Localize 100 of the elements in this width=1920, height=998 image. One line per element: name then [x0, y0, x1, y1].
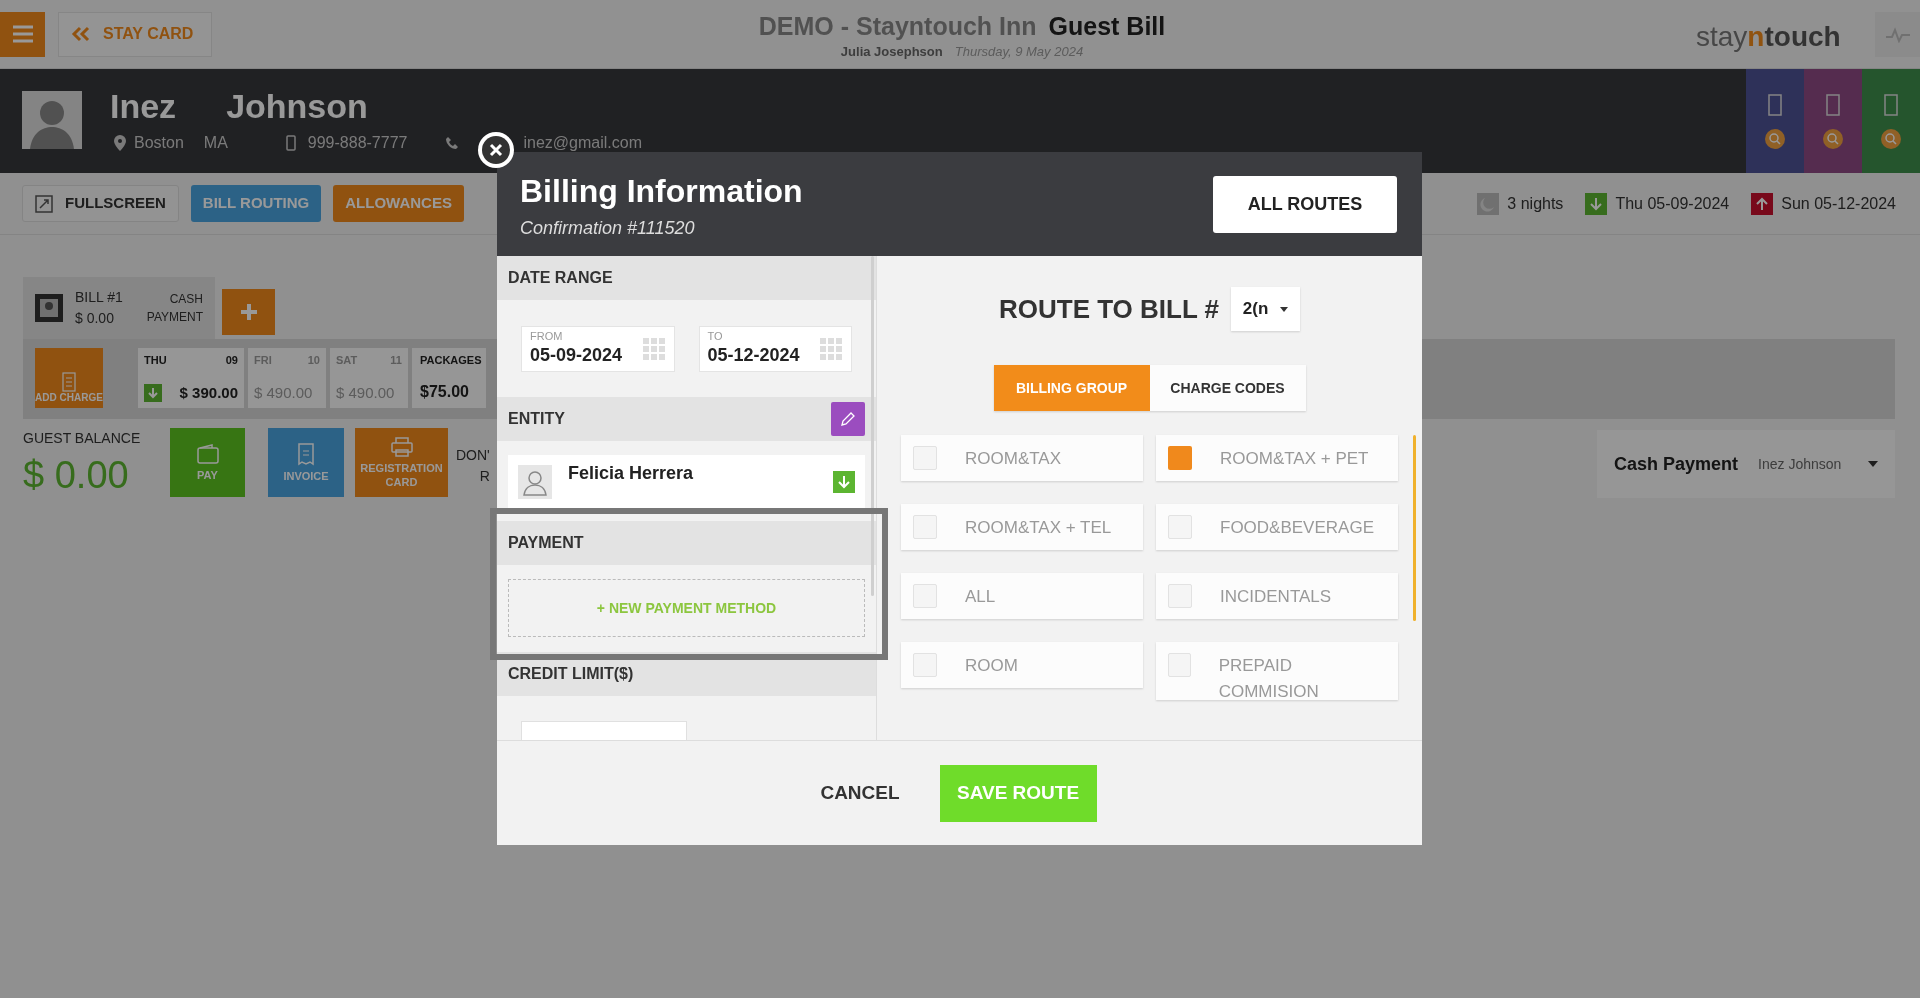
entity-card[interactable]: Felicia Herrera [508, 455, 865, 509]
logo: stayntouch [1696, 20, 1841, 54]
arrow-down-icon [144, 383, 162, 402]
profile-tile[interactable] [1746, 69, 1804, 173]
back-button[interactable]: STAY CARD [58, 11, 212, 57]
page-title: Guest Bill [1048, 11, 1166, 42]
payment-card[interactable]: Cash Payment Inez Johnson [1597, 430, 1895, 498]
day-amount: $ 490.00 [336, 382, 395, 403]
hotel-name: DEMO - Stayntouch Inn [758, 11, 1037, 42]
truncated-label: DON' [456, 446, 490, 465]
calendar-icon [819, 336, 843, 361]
date-field[interactable]: FROM 05-09-2024 [521, 325, 675, 372]
profile-tile[interactable] [1862, 69, 1920, 173]
action-button[interactable]: REGISTRATION CARD [355, 428, 448, 497]
stay-info: 3 nights [1507, 193, 1564, 214]
group-label: ROOM&TAX + TEL [965, 517, 1112, 539]
action-button[interactable]: INVOICE [268, 428, 344, 497]
route-label: ROUTE TO BILL # [998, 292, 1220, 326]
day-card[interactable]: THU 09 $ 390.00 [138, 348, 244, 408]
toolbar-button[interactable]: ALLOWANCES [333, 185, 464, 222]
arrow-up-icon [1751, 192, 1774, 215]
search-icon [1881, 129, 1901, 149]
group-option[interactable]: FOOD&BEVERAGE [1156, 504, 1398, 550]
toolbar-button[interactable]: BILL ROUTING [190, 185, 322, 222]
section-title: DATE RANGE [508, 268, 613, 288]
save-route-button[interactable]: SAVE ROUTE [939, 764, 1097, 822]
avatar-icon [22, 91, 82, 149]
add-charge-button[interactable]: ADD CHARGE [35, 348, 103, 408]
guest-city: Boston [134, 133, 184, 153]
section-title: ENTITY [508, 409, 565, 429]
action-button[interactable]: PAY [170, 428, 245, 497]
packages-amount: $75.00 [420, 382, 470, 402]
toolbar-button[interactable]: FULLSCREEN [22, 185, 179, 222]
packages-card[interactable]: PACKAGES $75.00 [412, 348, 486, 408]
day-card[interactable]: SAT 11 $ 490.00 [330, 348, 408, 408]
moon-icon [1477, 192, 1500, 215]
day-date: 10 [307, 353, 320, 368]
bill-tab[interactable]: BILL #1 $ 0.00 CASH PAYMENT [23, 277, 215, 339]
bill-payment: CASH PAYMENT [145, 291, 203, 326]
plus-icon [239, 303, 258, 321]
expand-icon [35, 194, 53, 213]
group-option[interactable]: ROOM&TAX + PET [1156, 435, 1398, 481]
payment-payer: Inez Johnson [1758, 454, 1842, 474]
date-field[interactable]: TO 05-12-2024 [698, 325, 852, 372]
field-label: FROM [530, 330, 564, 345]
bill-title: BILL #1 [75, 288, 123, 307]
arrow-down-icon [833, 471, 855, 493]
group-option[interactable]: ROOM [901, 642, 1143, 688]
checkbox[interactable] [1168, 584, 1192, 608]
entity-name: Felicia Herrera [568, 462, 694, 485]
date-value: 05-09-2024 [530, 344, 623, 367]
group-option[interactable]: INCIDENTALS [1156, 573, 1398, 619]
day-amount: $ 490.00 [254, 382, 313, 403]
checkbox[interactable] [1168, 515, 1192, 539]
checkbox[interactable] [913, 515, 937, 539]
location-pin-icon [114, 135, 126, 151]
checkbox[interactable] [1168, 653, 1191, 677]
checkbox[interactable] [1168, 446, 1192, 470]
new-payment-method-button[interactable]: + NEW PAYMENT METHOD [508, 579, 865, 637]
activity-button[interactable] [1875, 12, 1920, 57]
stay-info: Thu 05-09-2024 [1615, 193, 1730, 214]
guest-last-name: Johnson [226, 86, 368, 127]
truncated-label: R [479, 467, 490, 486]
group-label: FOOD&BEVERAGE [1220, 517, 1374, 539]
bill-dropdown[interactable]: 2(n [1231, 287, 1301, 331]
profile-tile[interactable] [1804, 69, 1862, 173]
printer-icon [389, 435, 414, 458]
field-label: TO [707, 330, 724, 345]
checkbox[interactable] [913, 446, 937, 470]
all-routes-button[interactable]: ALL ROUTES [1213, 175, 1397, 233]
checkbox[interactable] [913, 653, 937, 677]
cancel-button[interactable]: CANCEL [812, 778, 908, 808]
group-option[interactable]: ROOM&TAX + TEL [901, 504, 1143, 550]
dialog-title: Billing Information [520, 171, 803, 211]
mobile-phone-icon [285, 135, 296, 151]
close-icon [482, 136, 510, 164]
group-label: ROOM&TAX [965, 448, 1062, 470]
section-title: PAYMENT [508, 533, 584, 553]
payment-method: Cash Payment [1614, 452, 1739, 476]
user-name: Julia Josephson [840, 42, 943, 61]
tab[interactable]: BILLING GROUP [993, 365, 1150, 411]
bill-amount: $ 0.00 [75, 309, 115, 328]
guest-state: MA [203, 133, 228, 153]
calendar-icon [641, 336, 666, 361]
edit-button[interactable] [831, 402, 865, 436]
group-label: ROOM&TAX + PET [1220, 448, 1369, 470]
day-card[interactable]: FRI 10 $ 490.00 [248, 348, 326, 408]
day-amount: $ 390.00 [179, 382, 238, 403]
arrow-down-icon [1585, 192, 1608, 215]
guest-balance-label: GUEST BALANCE [23, 429, 141, 448]
add-bill-button[interactable] [222, 289, 275, 335]
phone-icon [445, 136, 460, 150]
bill-icon [35, 294, 63, 322]
menu-button[interactable] [0, 11, 45, 57]
group-option[interactable]: ALL [901, 573, 1143, 619]
group-option[interactable]: PREPAID COMMISION [1156, 642, 1398, 700]
checkbox[interactable] [913, 584, 937, 608]
group-option[interactable]: ROOM&TAX [901, 435, 1143, 481]
day-name: SAT [336, 353, 358, 368]
tab[interactable]: CHARGE CODES [1149, 365, 1306, 411]
